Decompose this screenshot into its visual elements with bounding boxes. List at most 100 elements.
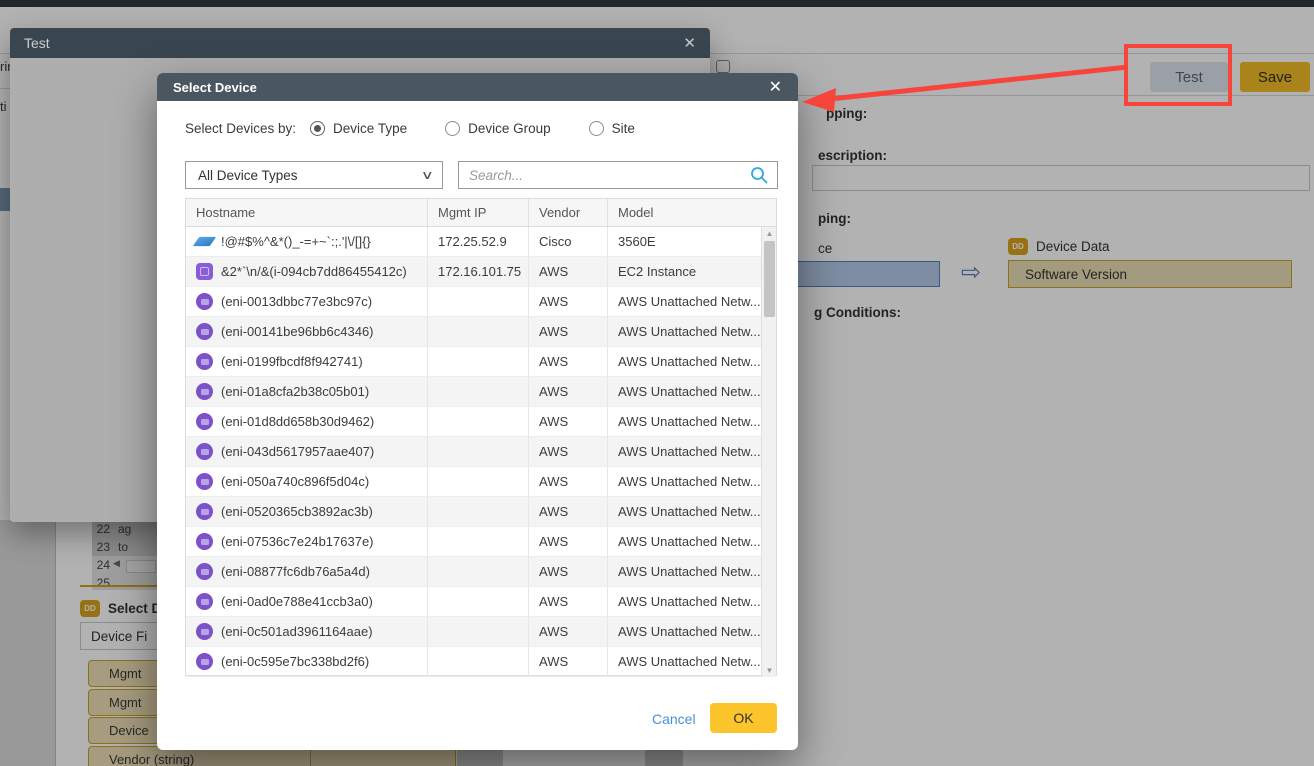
radio-device-type[interactable]: Device Type — [310, 121, 407, 136]
radio-icon[interactable] — [589, 121, 604, 136]
table-row[interactable]: (eni-01d8dd658b30d9462)AWSAWS Unattached… — [186, 407, 763, 437]
table-row[interactable]: (eni-0c595e7bc338bd2f6) AWSAWS Unattached… — [186, 647, 763, 677]
cell-model: EC2 Instance — [608, 257, 763, 286]
eni-device-icon — [196, 383, 213, 400]
cell-hostname: (eni-08877fc6db76a5a4d) — [186, 557, 428, 586]
eni-device-icon — [196, 503, 213, 520]
cell-vendor-text: AWS — [539, 564, 568, 579]
cell-vendor: AWS — [529, 377, 608, 406]
cell-hostname: !@#$%^&*()_-=+~`:;.'|\/[]{} — [186, 227, 428, 256]
device-type-dropdown[interactable]: All Device Types ∨ — [185, 161, 443, 189]
eni-device-icon — [196, 623, 213, 640]
cell-model-text: AWS Unattached Netw... — [618, 414, 761, 429]
eni-device-icon — [196, 563, 213, 580]
cell-hostname: (eni-0199fbcdf8f942741) — [186, 347, 428, 376]
table-body: !@#$%^&*()_-=+~`:;.'|\/[]{}172.25.52.9Ci… — [186, 227, 763, 677]
table-row[interactable]: (eni-07536c7e24b17637e)AWSAWS Unattached… — [186, 527, 763, 557]
table-row[interactable]: (eni-08877fc6db76a5a4d)AWSAWS Unattached… — [186, 557, 763, 587]
cell-vendor-text: AWS — [539, 294, 568, 309]
cell-model: AWS Unattached Netw... — [608, 587, 763, 616]
cell-vendor-text: AWS — [539, 324, 568, 339]
table-row[interactable]: &2*`\n/&(i-094cb7dd86455412c) 172.16.101.… — [186, 257, 763, 287]
cell-model: AWS Unattached Netw... — [608, 377, 763, 406]
close-icon[interactable]: ✕ — [769, 77, 782, 97]
test-dialog-title: Test — [24, 35, 50, 51]
table-row[interactable]: (eni-0c501ad3961164aae)AWSAWS Unattached… — [186, 617, 763, 647]
eni-device-icon — [196, 593, 213, 610]
radio-icon[interactable] — [310, 121, 325, 136]
table-row[interactable]: (eni-0520365cb3892ac3b)AWSAWS Unattached… — [186, 497, 763, 527]
table-row[interactable]: (eni-0199fbcdf8f942741) AWS AWS Unattached… — [186, 347, 763, 377]
cell-mgmt-ip — [428, 437, 529, 466]
eni-device-icon — [196, 413, 213, 430]
scroll-up-icon[interactable]: ▲ — [762, 229, 777, 238]
table-row[interactable]: (eni-00141be96bb6c4346)AWSAWS Unattached… — [186, 317, 763, 347]
select-device-dialog: Select Device ✕ Select Devices by: Devic… — [157, 73, 798, 750]
cell-hostname-text: (eni-01a8cfa2b38c05b01) — [221, 384, 369, 399]
search-icon[interactable] — [749, 165, 769, 185]
cell-model: AWS Unattached Netw... — [608, 407, 763, 436]
cell-hostname: (eni-050a740c896f5d04c) — [186, 467, 428, 496]
ec2-device-icon — [196, 263, 213, 280]
table-row[interactable]: (eni-0013dbbc77e3bc97c)AWSAWS Unattached… — [186, 287, 763, 317]
cell-vendor-text: AWS — [539, 594, 568, 609]
select-device-header[interactable]: Select Device ✕ — [157, 73, 798, 101]
select-device-title: Select Device — [173, 80, 257, 95]
modal-footer: Cancel OK — [157, 695, 798, 750]
cell-vendor: AWS — [529, 647, 608, 676]
col-model[interactable]: Model — [608, 199, 763, 226]
cell-hostname-text: &2*`\n/&(i-094cb7dd86455412c) — [221, 264, 407, 279]
cell-model-text: AWS Unattached Netw... — [618, 624, 761, 639]
cell-model-text: AWS Unattached Netw... — [618, 294, 761, 309]
cell-vendor: AWS — [529, 557, 608, 586]
radio-site[interactable]: Site — [589, 121, 635, 136]
table-row[interactable]: (eni-043d5617957aae407)AWSAWS Unattached… — [186, 437, 763, 467]
col-mgmt-ip[interactable]: Mgmt IP — [428, 199, 529, 226]
cell-mgmt-ip — [428, 407, 529, 436]
test-dialog-header[interactable]: Test ✕ — [10, 28, 710, 58]
chevron-down-icon: ∨ — [421, 168, 434, 182]
cell-vendor-text: AWS — [539, 354, 568, 369]
scrollbar-thumb[interactable] — [764, 241, 775, 317]
cell-vendor-text: AWS — [539, 444, 568, 459]
cell-model-text: AWS Unattached Netw... — [618, 384, 761, 399]
device-table: Hostname Mgmt IP Vendor Model !@#$%^&*()… — [185, 198, 777, 676]
cell-vendor-text: AWS — [539, 474, 568, 489]
cell-model: AWS Unattached Netw... — [608, 317, 763, 346]
cell-mgmt-ip — [428, 647, 529, 676]
col-hostname[interactable]: Hostname — [186, 199, 428, 226]
cell-hostname-text: (eni-0c595e7bc338bd2f6) — [221, 654, 369, 669]
cell-vendor: AWS — [529, 437, 608, 466]
cell-mgmt-ip-text: 172.16.101.75 — [438, 264, 521, 279]
cell-hostname: (eni-0c595e7bc338bd2f6) — [186, 647, 428, 676]
table-row[interactable]: (eni-01a8cfa2b38c05b01) AWS AWS Unattached… — [186, 377, 763, 407]
radio-device-group[interactable]: Device Group — [445, 121, 551, 136]
cell-hostname: (eni-0c501ad3961164aae) — [186, 617, 428, 646]
cell-model-text: AWS Unattached Netw... — [618, 324, 761, 339]
cell-model: AWS Unattached Netw... — [608, 347, 763, 376]
eni-device-icon — [196, 653, 213, 670]
cell-hostname: (eni-0520365cb3892ac3b) — [186, 497, 428, 526]
cell-model-text: AWS Unattached Netw... — [618, 474, 761, 489]
table-row[interactable]: (eni-050a740c896f5d04c) AWS AWS Unattached… — [186, 467, 763, 497]
col-vendor[interactable]: Vendor — [529, 199, 608, 226]
radio-icon[interactable] — [445, 121, 460, 136]
cell-model-text: AWS Unattached Netw... — [618, 594, 761, 609]
cell-mgmt-ip: 172.16.101.75 — [428, 257, 529, 286]
radio-label: Site — [612, 121, 635, 136]
scroll-down-icon[interactable]: ▼ — [762, 666, 777, 675]
cell-hostname: (eni-0ad0e788e41ccb3a0) — [186, 587, 428, 616]
table-row[interactable]: (eni-0ad0e788e41ccb3a0) AWS AWS Unattached… — [186, 587, 763, 617]
cell-vendor: AWS — [529, 467, 608, 496]
cell-hostname-text: (eni-043d5617957aae407) — [221, 444, 374, 459]
cell-model: AWS Unattached Netw... — [608, 617, 763, 646]
cancel-button[interactable]: Cancel — [652, 711, 696, 727]
ok-button[interactable]: OK — [710, 703, 777, 733]
cell-model: AWS Unattached Netw... — [608, 647, 763, 676]
search-input[interactable] — [459, 163, 749, 187]
cell-mgmt-ip — [428, 287, 529, 316]
vertical-scrollbar[interactable]: ▲ ▼ — [761, 227, 776, 677]
cell-hostname-text: (eni-0199fbcdf8f942741) — [221, 354, 363, 369]
table-row[interactable]: !@#$%^&*()_-=+~`:;.'|\/[]{}172.25.52.9Ci… — [186, 227, 763, 257]
close-icon[interactable]: ✕ — [683, 34, 696, 52]
